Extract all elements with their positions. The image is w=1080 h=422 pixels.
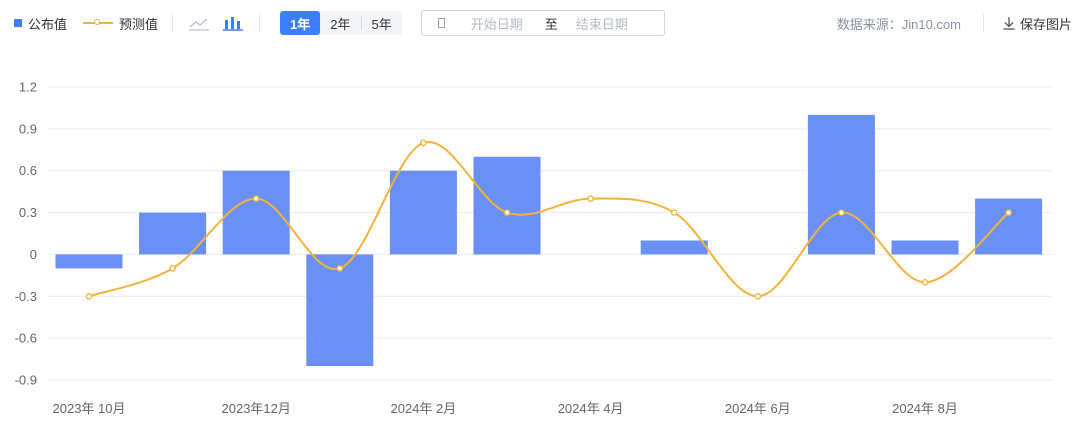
forecast-point[interactable] bbox=[838, 209, 845, 216]
bar[interactable] bbox=[640, 240, 708, 255]
y-tick-label: 0.3 bbox=[19, 205, 37, 220]
x-tick-label: 2023年 10月 bbox=[53, 401, 126, 416]
forecast-point[interactable] bbox=[169, 265, 176, 272]
x-tick-label: 2024年 8月 bbox=[892, 401, 958, 416]
forecast-point[interactable] bbox=[85, 292, 93, 300]
forecast-point[interactable] bbox=[503, 209, 511, 216]
forecast-point[interactable] bbox=[336, 265, 344, 272]
y-tick-label: -0.6 bbox=[15, 331, 37, 346]
y-tick-label: -0.3 bbox=[15, 289, 37, 304]
y-tick-label: 1.2 bbox=[19, 80, 37, 95]
y-tick-label: -0.9 bbox=[15, 373, 37, 388]
y-axis: 1.2 0.9 0.6 0.3 0 -0.3 -0.6 -0.9 bbox=[15, 80, 37, 388]
y-tick-label: 0.6 bbox=[19, 163, 37, 178]
chart-canvas: 1.20.90.60.30-0.3-0.6-0.9 2023年 10月 2023年… bbox=[15, 80, 1052, 416]
x-tick-label: 2023年12月 bbox=[222, 401, 291, 416]
forecast-point[interactable] bbox=[670, 209, 678, 216]
x-axis: 2023年 10月 2023年12月 2024年 2月 2024年 4月 2024年 6… bbox=[53, 401, 958, 416]
bar[interactable] bbox=[473, 156, 541, 255]
y-tick-label: 0.9 bbox=[19, 121, 37, 136]
bar[interactable] bbox=[807, 114, 875, 255]
bar[interactable] bbox=[975, 198, 1043, 255]
x-tick-label: 2024年 2月 bbox=[391, 401, 457, 416]
forecast-point[interactable] bbox=[1005, 209, 1012, 216]
y-tick-label: 0 bbox=[30, 247, 37, 262]
x-tick-label: 2024年 6月 bbox=[725, 401, 791, 416]
bar[interactable] bbox=[55, 254, 123, 269]
forecast-point[interactable] bbox=[754, 292, 762, 300]
bar[interactable] bbox=[891, 240, 959, 255]
forecast-point[interactable] bbox=[921, 279, 929, 286]
forecast-point[interactable] bbox=[252, 195, 260, 202]
forecast-point[interactable] bbox=[587, 195, 594, 202]
bar[interactable] bbox=[389, 170, 457, 255]
forecast-point[interactable] bbox=[420, 139, 427, 147]
x-tick-label: 2024年 4月 bbox=[558, 401, 624, 416]
